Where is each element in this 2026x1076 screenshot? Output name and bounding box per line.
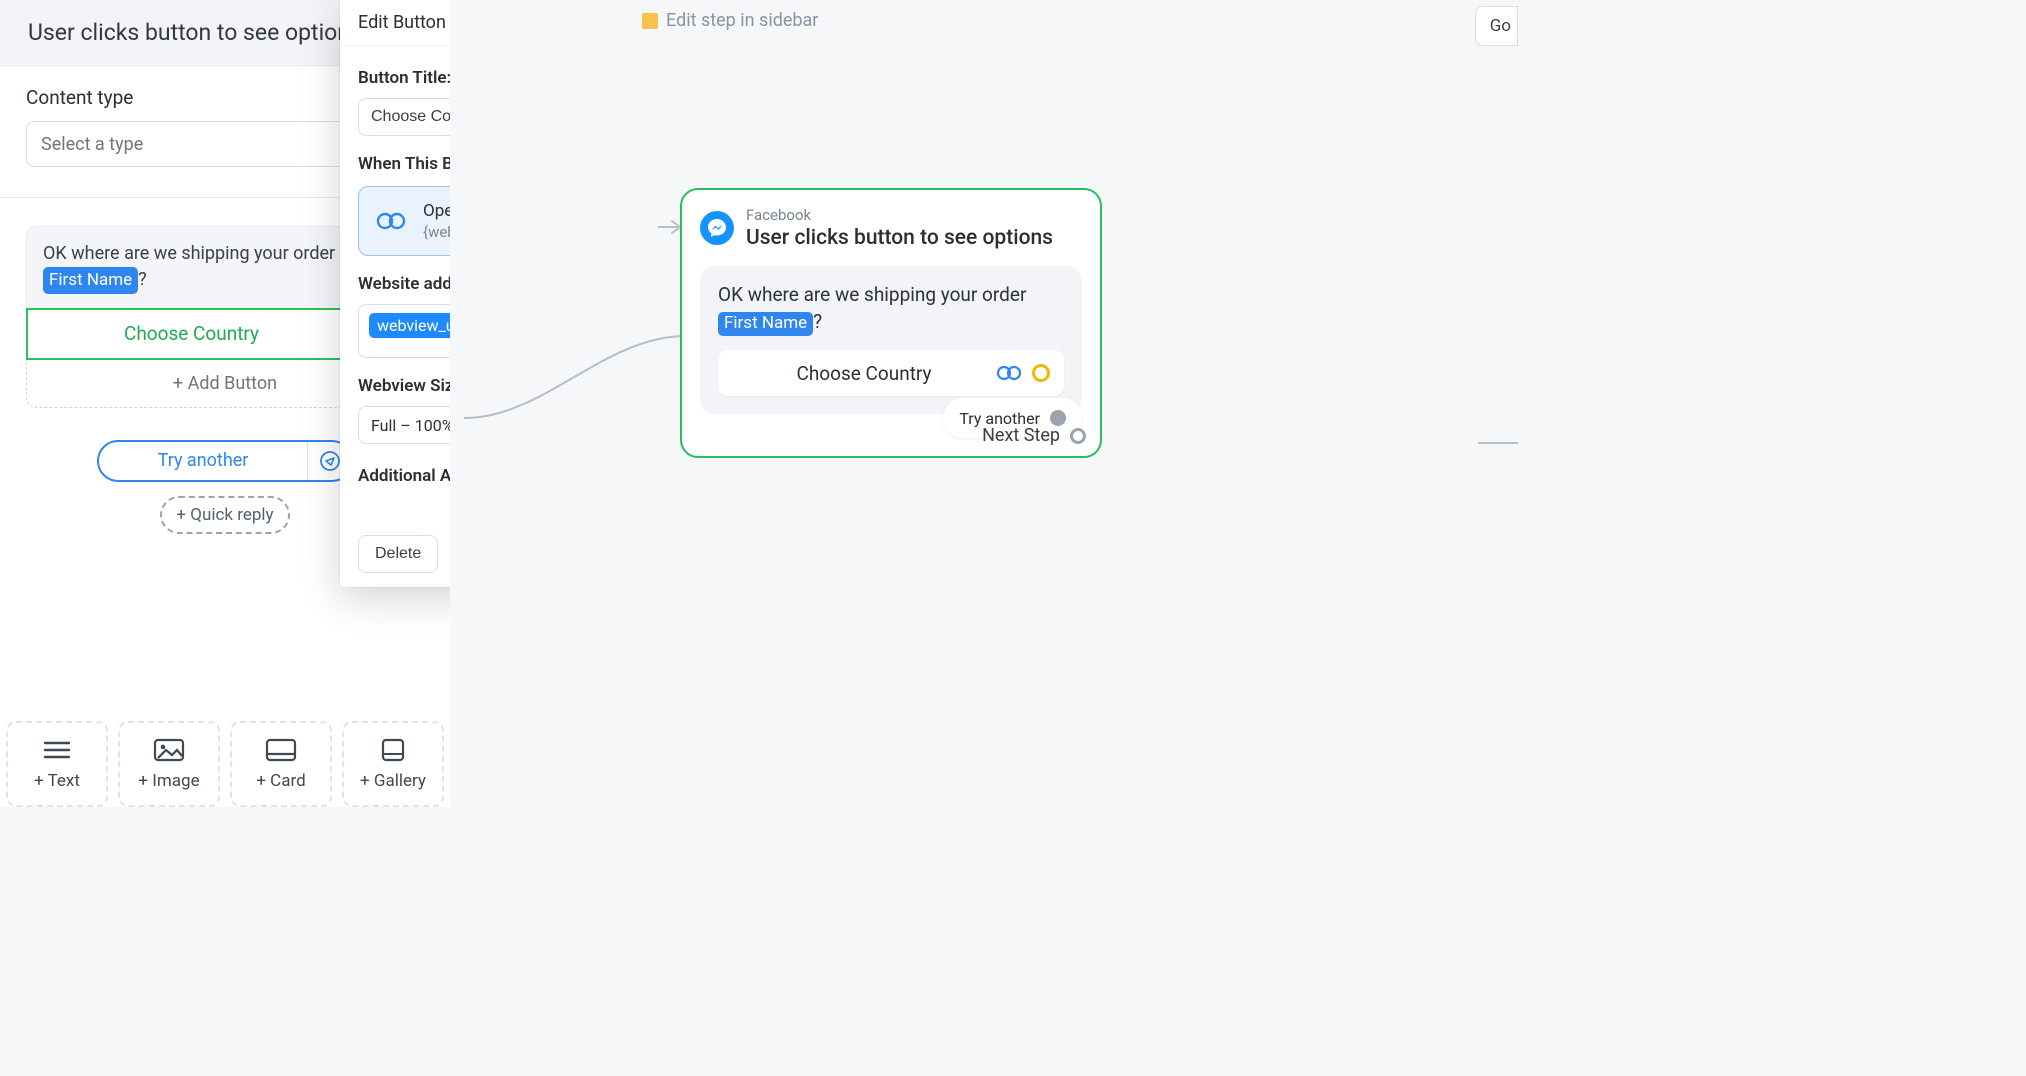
- add-card-tool[interactable]: + Card: [230, 721, 332, 807]
- edge-outgoing-right: [1478, 442, 1518, 444]
- first-name-chip: First Name: [718, 312, 813, 337]
- next-step-text: Next Step: [982, 425, 1060, 446]
- preview-choose-country-text: Choose Country: [732, 362, 996, 385]
- add-gallery-tool[interactable]: + Gallery: [342, 721, 444, 807]
- preview-message-before: OK where are we shipping your order: [718, 283, 1026, 306]
- flow-step-card[interactable]: Facebook User clicks button to see optio…: [680, 188, 1102, 458]
- message-text-after: ?: [138, 269, 147, 290]
- content-tools-bar: + Text + Image + Card + Gallery: [0, 717, 450, 807]
- webview-size-value: Full – 100%: [371, 416, 453, 435]
- connector-handle-icon[interactable]: [1070, 428, 1086, 444]
- webview-size-label-text: Webview Size: [358, 376, 463, 396]
- preview-message-text: OK where are we shipping your order Firs…: [718, 282, 1064, 336]
- link-icon: [996, 364, 1022, 382]
- content-type-label: Content type: [26, 86, 133, 109]
- preview-message-after: ?: [813, 310, 822, 333]
- choose-country-button[interactable]: Choose Country: [28, 310, 356, 358]
- add-quick-reply[interactable]: + Quick reply: [160, 496, 290, 534]
- facebook-messenger-icon: [700, 211, 734, 245]
- connector-handle-icon[interactable]: [1032, 364, 1050, 382]
- add-card-label: + Card: [256, 771, 305, 791]
- channel-label: Facebook: [746, 206, 1053, 224]
- try-another-label: Try another: [99, 450, 307, 471]
- gallery-icon: [378, 737, 408, 763]
- add-text-label: + Text: [34, 771, 80, 791]
- pointer-icon: [642, 13, 658, 29]
- preview-message-block[interactable]: OK where are we shipping your order Firs…: [700, 266, 1082, 414]
- message-text-before: OK where are we shipping your order: [43, 243, 335, 264]
- image-icon: [153, 737, 185, 763]
- next-step-link[interactable]: Next Step: [982, 425, 1086, 446]
- content-type-placeholder: Select a type: [41, 134, 143, 155]
- connector-handle-icon[interactable]: [1050, 410, 1066, 426]
- go-button[interactable]: Go: [1475, 6, 1518, 46]
- text-icon: [42, 737, 72, 763]
- add-text-tool[interactable]: + Text: [6, 721, 108, 807]
- edge-curve: [464, 332, 686, 420]
- add-gallery-label: + Gallery: [360, 771, 426, 791]
- send-icon: [319, 450, 341, 472]
- step-title: User clicks button to see options: [746, 226, 1053, 250]
- first-name-chip[interactable]: First Name: [43, 267, 138, 294]
- edit-step-hint[interactable]: Edit step in sidebar: [642, 10, 818, 31]
- edit-step-hint-text: Edit step in sidebar: [666, 10, 818, 31]
- try-another-quick-reply[interactable]: Try another: [97, 440, 353, 482]
- preview-choose-country-button[interactable]: Choose Country: [718, 350, 1064, 396]
- link-icon: [359, 210, 423, 232]
- add-image-tool[interactable]: + Image: [118, 721, 220, 807]
- flow-canvas[interactable]: Edit step in sidebar Go Facebook User cl…: [450, 0, 1518, 807]
- card-icon: [265, 737, 297, 763]
- delete-button[interactable]: Delete: [358, 535, 438, 573]
- add-image-label: + Image: [138, 771, 199, 791]
